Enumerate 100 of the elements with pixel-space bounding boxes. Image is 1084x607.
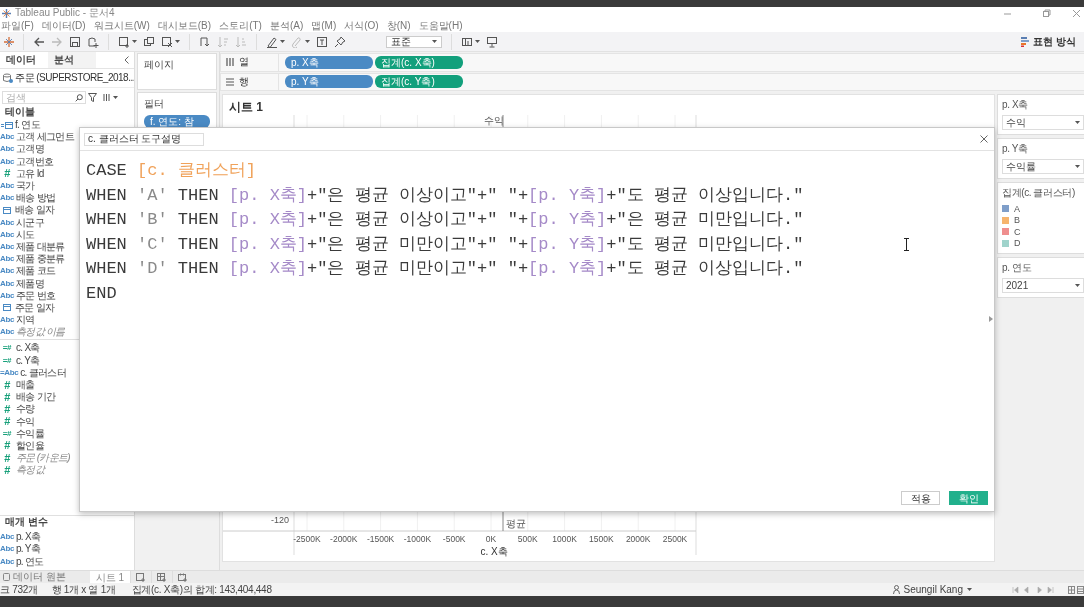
apply-button[interactable]: 적용 (901, 491, 940, 505)
caret-icon[interactable] (1075, 164, 1080, 169)
field-name[interactable]: 제품 코드 (16, 264, 56, 279)
caret-icon[interactable] (1075, 120, 1080, 125)
show-cards-icon[interactable] (461, 35, 473, 48)
field-name[interactable]: 시도 (16, 227, 35, 242)
code-line[interactable]: CASE [c. 클러스터] (86, 159, 257, 184)
menu-item[interactable]: 대시보드(B) (157, 18, 212, 33)
field-name[interactable]: 제품명 (16, 276, 44, 291)
field-name[interactable]: 수익률 (16, 426, 44, 441)
back-arrow-icon[interactable] (33, 35, 45, 48)
menu-item[interactable]: 맵(M) (311, 18, 337, 33)
field-name[interactable]: 할인율 (16, 438, 44, 453)
field-name[interactable]: c. X축 (16, 341, 40, 356)
restore-icon[interactable] (1042, 8, 1051, 18)
field-pill[interactable]: p. Y축 (285, 75, 373, 89)
data-source-name[interactable]: 주문 (SUPERSTORE_2018... (15, 71, 134, 85)
caret-icon[interactable] (475, 39, 480, 44)
close-icon[interactable] (980, 135, 988, 143)
field-name[interactable]: p. 연도 (16, 554, 44, 569)
field-name[interactable]: 제품 중분류 (16, 252, 65, 267)
code-line[interactable]: WHEN 'D' THEN [p. X축]+"은 평균 미만이고"+" "+[p. Y축]+"도 평균 이상입니다." (86, 257, 804, 282)
field-name[interactable]: 주문 일자 (15, 300, 55, 315)
new-story-icon[interactable] (178, 572, 189, 582)
field-name[interactable]: p. Y축 (16, 542, 41, 557)
legend-label[interactable]: D (1014, 238, 1021, 249)
calculation-name-field[interactable]: c. 클러스터 도구설명 (84, 132, 204, 146)
highlight-pen-icon[interactable] (266, 35, 278, 48)
save-icon[interactable] (69, 35, 81, 48)
code-line[interactable]: WHEN 'A' THEN [p. X축]+"은 평균 이상이고"+" "+[p. Y축]+"도 평균 이상입니다." (86, 183, 804, 209)
legend-label[interactable]: A (1014, 203, 1020, 214)
close-icon[interactable] (1072, 8, 1081, 18)
filter-icon[interactable] (88, 93, 97, 102)
columns-icon[interactable] (103, 94, 111, 101)
expand-arrow-icon[interactable] (989, 316, 993, 322)
show-me-button[interactable]: 표현 방식 (1021, 34, 1076, 49)
field-name[interactable]: 측정값 이름 (16, 325, 65, 340)
field-name[interactable]: 매출 (16, 378, 35, 393)
clear-sheet-icon[interactable] (161, 35, 173, 48)
caret-icon[interactable] (132, 39, 137, 44)
sheet-tab[interactable]: 시트 1 (89, 571, 131, 583)
user-menu[interactable]: Seungil Kang (892, 584, 972, 595)
duplicate-icon[interactable] (143, 35, 155, 48)
field-name[interactable]: 측정값 (16, 463, 44, 478)
pane-tab[interactable]: 분석 (48, 52, 96, 68)
field-name[interactable]: 주문 번호 (16, 288, 56, 303)
menu-item[interactable]: 워크시트(W) (93, 18, 150, 33)
field-name[interactable]: 주문 (카운트) (16, 451, 70, 466)
add-data-source-icon[interactable] (87, 35, 99, 48)
menu-item[interactable]: 스토리(T) (219, 18, 262, 33)
code-line[interactable]: END (86, 281, 117, 307)
collapse-icon[interactable] (124, 56, 129, 64)
caret-icon[interactable] (967, 587, 972, 592)
presentation-icon[interactable] (486, 35, 498, 48)
field-name[interactable]: 지역 (16, 313, 35, 328)
caret-icon[interactable] (432, 39, 437, 44)
field-name[interactable]: c. 클러스터 (20, 365, 66, 380)
legend-label[interactable]: B (1014, 215, 1020, 226)
field-name[interactable]: 배송 일자 (15, 203, 55, 218)
menu-item[interactable]: 도움말(H) (418, 18, 463, 33)
field-name[interactable]: 배송 기간 (16, 390, 56, 405)
menu-item[interactable]: 데이터(D) (41, 18, 86, 33)
caret-icon[interactable] (1075, 283, 1080, 288)
caret-icon[interactable] (280, 39, 285, 44)
fit-dropdown[interactable]: 표준 (386, 35, 442, 48)
menu-item[interactable]: 서식(O) (344, 18, 379, 33)
field-name[interactable]: 고객명 (16, 142, 44, 157)
new-dashboard-icon[interactable] (157, 572, 168, 582)
field-name[interactable]: 수익 (16, 414, 35, 429)
label-icon[interactable] (316, 35, 328, 48)
new-worksheet-icon[interactable] (118, 35, 130, 48)
caret-icon[interactable] (113, 95, 118, 100)
field-name[interactable]: 고유 Id (16, 166, 44, 181)
legend-label[interactable]: C (1014, 226, 1021, 237)
field-name[interactable]: 고객 세그먼트 (16, 130, 74, 145)
paperclip-icon[interactable] (291, 35, 303, 48)
field-name[interactable]: 시군구 (16, 215, 44, 230)
parameter-dropdown[interactable]: 수익 (1002, 115, 1084, 130)
field-name[interactable]: 국가 (16, 179, 35, 194)
field-name[interactable]: 고객번호 (16, 154, 54, 169)
parameter-dropdown[interactable]: 수익률 (1002, 159, 1084, 174)
caret-icon[interactable] (175, 39, 180, 44)
pin-icon[interactable] (334, 35, 346, 48)
data-source-tab[interactable]: 데이터 원본 (0, 571, 74, 583)
swap-icon[interactable] (199, 35, 211, 48)
field-name[interactable]: 배송 방법 (16, 191, 56, 206)
parameter-dropdown[interactable]: 2021 (1002, 278, 1084, 293)
search-field[interactable]: 검색 (2, 91, 86, 104)
field-name[interactable]: 제품 대분류 (16, 239, 65, 254)
field-name[interactable]: f. 연도 (15, 118, 40, 133)
new-worksheet-icon[interactable] (136, 572, 147, 582)
menu-item[interactable]: 창(N) (386, 18, 411, 33)
field-name[interactable]: p. X축 (16, 529, 41, 544)
menu-item[interactable]: 분석(A) (269, 18, 304, 33)
field-name[interactable]: 수량 (16, 402, 35, 417)
menu-item[interactable]: 파일(F) (1, 18, 34, 33)
code-line[interactable]: WHEN 'C' THEN [p. X축]+"은 평균 미만이고"+" "+[p. Y축]+"도 평균 미만입니다." (86, 232, 804, 258)
caret-icon[interactable] (305, 39, 310, 44)
code-line[interactable]: WHEN 'B' THEN [p. X축]+"은 평균 이상이고"+" "+[p. Y축]+"은 평균 미만입니다." (86, 208, 804, 233)
field-pill[interactable]: p. X축 (285, 55, 373, 69)
